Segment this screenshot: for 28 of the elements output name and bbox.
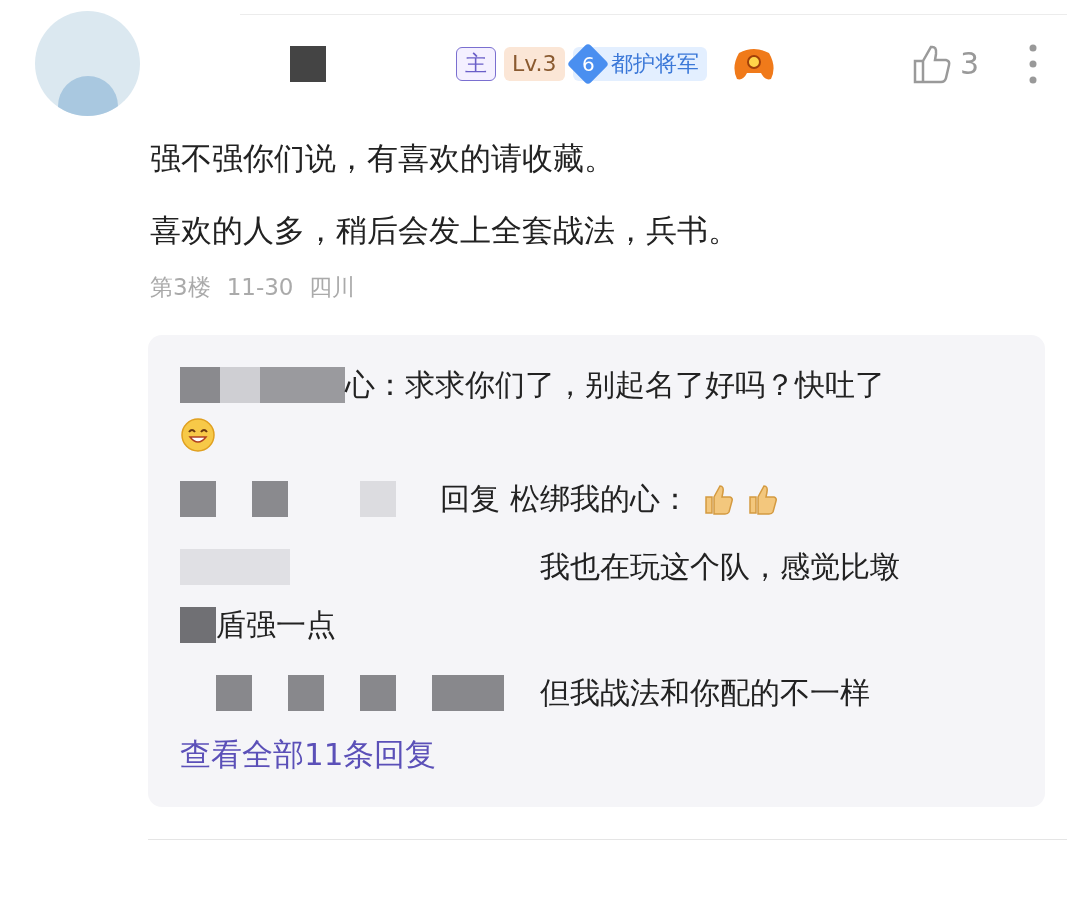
- level-badge: Lv.3: [504, 46, 565, 81]
- redaction-block: [216, 674, 252, 711]
- smiling-face-icon: [180, 416, 216, 453]
- redaction-block: [180, 366, 220, 403]
- rank-title: 都护将军: [610, 49, 699, 78]
- comment-meta: 第3楼: [150, 273, 211, 302]
- reply-text: 但我战法和你配的不一样: [540, 673, 870, 712]
- redaction-block: [288, 674, 324, 711]
- comment-meta: 11-30: [226, 273, 294, 302]
- rank-number: 6: [566, 42, 609, 85]
- reply-text: 心：求求你们了，别起名了好吗？快吐了: [345, 365, 885, 404]
- comment-text: 强不强你们说，有喜欢的请收藏。: [150, 139, 616, 178]
- redaction-block: [360, 674, 396, 711]
- redaction-block: [180, 480, 216, 517]
- comment-text: 喜欢的人多，稍后会发上全套战法，兵书。: [150, 211, 740, 250]
- view-all-replies-link[interactable]: 查看全部11条回复: [180, 730, 1045, 777]
- role-badge: 主: [456, 46, 496, 81]
- redaction-block: [432, 674, 504, 711]
- redaction-block: [180, 606, 216, 643]
- redaction-block: [360, 480, 396, 517]
- redaction-block: [290, 45, 326, 82]
- reply-text: 盾强一点: [216, 605, 336, 644]
- reply-text: 回复 松绑我的心：: [440, 479, 690, 518]
- redaction-block: [252, 480, 288, 517]
- more-icon[interactable]: [1029, 43, 1037, 84]
- comment-meta: 四川: [309, 273, 356, 302]
- reply-text: 我也在玩这个队，感觉比墩: [540, 547, 900, 586]
- gamepad-icon: [732, 46, 775, 81]
